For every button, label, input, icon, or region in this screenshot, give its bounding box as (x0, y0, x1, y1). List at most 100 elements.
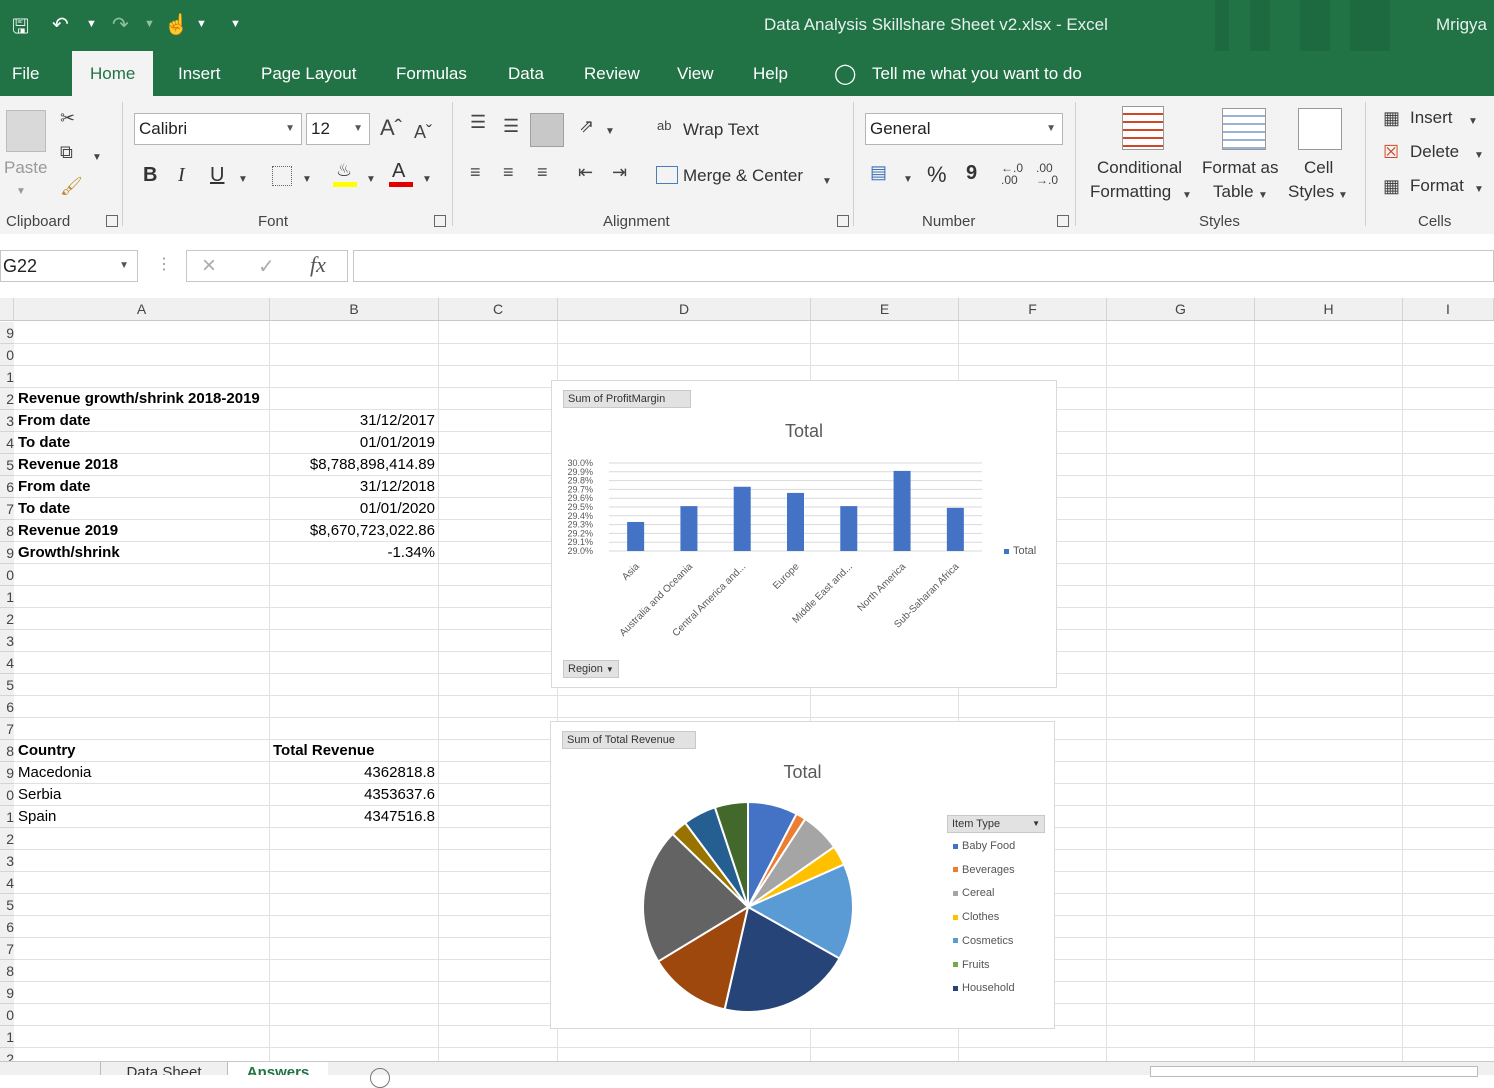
row-header[interactable]: 8 (0, 520, 14, 542)
row-header[interactable]: 9 (0, 762, 14, 784)
bottom-align-button[interactable] (530, 113, 564, 147)
underline-dropdown-icon[interactable]: ▼ (238, 170, 248, 190)
fill-dropdown-icon[interactable]: ▼ (366, 170, 376, 190)
conditional-formatting-icon[interactable] (1122, 106, 1164, 150)
chevron-down-icon[interactable]: ▼ (1474, 180, 1484, 200)
horizontal-scrollbar[interactable] (1150, 1066, 1478, 1077)
row-header[interactable]: 1 (0, 586, 14, 608)
format-as-table-line1[interactable]: Format as (1202, 158, 1279, 178)
row-header[interactable]: 6 (0, 476, 14, 498)
font-color-icon[interactable]: A (392, 160, 405, 183)
decrease-font-icon[interactable]: Aˇ (414, 122, 432, 142)
row-header[interactable]: 3 (0, 630, 14, 652)
enter-icon[interactable]: ✓ (258, 254, 275, 279)
cell-styles-line1[interactable]: Cell (1304, 158, 1333, 178)
chevron-down-icon[interactable]: ▼ (1468, 112, 1478, 132)
font-launcher-icon[interactable] (434, 215, 446, 227)
borders-dropdown-icon[interactable]: ▼ (302, 170, 312, 190)
percent-style-button[interactable]: % (927, 162, 947, 188)
align-left-icon[interactable]: ≡ (470, 162, 481, 182)
tab-view[interactable]: View (677, 64, 714, 84)
cell-a19[interactable]: Growth/shrink (18, 542, 120, 564)
row-header[interactable]: 7 (0, 938, 14, 960)
row-header[interactable]: 9 (0, 542, 14, 564)
row-header[interactable]: 6 (0, 696, 14, 718)
name-box[interactable]: G22 ▼ (0, 250, 138, 282)
paste-button[interactable]: Paste (4, 158, 47, 178)
format-as-table-line2[interactable]: Table (1213, 182, 1254, 202)
font-size-combo[interactable]: 12 ▼ (306, 113, 370, 145)
cell-b15[interactable]: $8,788,898,414.89 (270, 454, 435, 476)
orientation-dropdown-icon[interactable]: ▼ (605, 122, 615, 142)
user-name[interactable]: Mrigya (1436, 15, 1487, 35)
underline-button[interactable]: U (210, 164, 224, 187)
cell-a13[interactable]: From date (18, 410, 91, 432)
middle-align-icon[interactable]: ☰ (503, 116, 519, 136)
lightbulb-icon[interactable]: ◯ (834, 61, 856, 86)
row-header[interactable]: 2 (0, 388, 14, 410)
customize-qat-icon[interactable]: ▼ (230, 18, 241, 30)
sheet-tab-answers[interactable]: Answers (228, 1062, 328, 1075)
font-color-dropdown-icon[interactable]: ▼ (422, 170, 432, 190)
insert-function-icon[interactable]: fx (310, 252, 326, 278)
column-header-a[interactable]: A (14, 298, 270, 320)
row-header[interactable]: 0 (0, 784, 14, 806)
tab-file[interactable]: File (12, 64, 39, 84)
increase-font-icon[interactable]: Aˆ (380, 117, 402, 139)
borders-icon[interactable] (272, 166, 292, 186)
cell-b30[interactable]: 4353637.6 (270, 784, 435, 806)
cell-a17[interactable]: To date (18, 498, 70, 520)
row-header[interactable]: 5 (0, 674, 14, 696)
select-all-button[interactable] (0, 298, 14, 320)
alignment-launcher-icon[interactable] (837, 215, 849, 227)
insert-cells-button[interactable]: Insert (1410, 108, 1453, 128)
decrease-decimal-icon[interactable]: .00 →.0 (1036, 162, 1058, 186)
sheet-tab-data-sheet[interactable]: Data Sheet (100, 1062, 228, 1075)
tab-page-layout[interactable]: Page Layout (261, 64, 356, 84)
cell-a28[interactable]: Country (18, 740, 76, 762)
chevron-down-icon[interactable]: ▼ (1182, 186, 1192, 206)
italic-button[interactable]: I (178, 164, 185, 187)
cell-styles-icon[interactable] (1298, 108, 1342, 150)
paste-icon[interactable] (6, 110, 46, 152)
row-header[interactable]: 4 (0, 652, 14, 674)
cell-a15[interactable]: Revenue 2018 (18, 454, 118, 476)
cell-a12[interactable]: Revenue growth/shrink 2018-2019 (18, 388, 260, 410)
chevron-down-icon[interactable]: ▼ (1258, 186, 1268, 206)
align-center-icon[interactable]: ≡ (503, 162, 514, 182)
tab-review[interactable]: Review (584, 64, 640, 84)
cell-b13[interactable]: 31/12/2017 (270, 410, 435, 432)
wrap-text-button[interactable]: Wrap Text (683, 120, 759, 140)
insert-cells-icon[interactable]: ▦ (1383, 108, 1400, 128)
row-header[interactable]: 2 (0, 828, 14, 850)
row-header[interactable]: 1 (0, 1026, 14, 1048)
row-header[interactable]: 9 (0, 982, 14, 1004)
formula-bar-options-icon[interactable]: ⋮ (156, 254, 172, 274)
paste-dropdown-icon[interactable]: ▼ (16, 182, 26, 202)
top-align-icon[interactable]: ☰ (470, 112, 486, 132)
undo-dropdown-icon[interactable]: ▼ (86, 18, 97, 30)
cell-a16[interactable]: From date (18, 476, 91, 498)
cell-b19[interactable]: -1.34% (270, 542, 435, 564)
total-revenue-chart[interactable]: Sum of Total Revenue Total Item Type ▼ Ba… (550, 721, 1055, 1029)
row-header[interactable]: 2 (0, 608, 14, 630)
cell-a30[interactable]: Serbia (18, 784, 61, 806)
increase-indent-icon[interactable]: ⇥ (612, 162, 627, 182)
row-header[interactable]: 5 (0, 454, 14, 476)
copy-icon[interactable]: ⧉ (60, 142, 73, 162)
cancel-icon[interactable]: × (202, 252, 216, 280)
chevron-down-icon[interactable]: ▼ (1474, 146, 1484, 166)
row-header[interactable]: 0 (0, 564, 14, 586)
column-header-b[interactable]: B (270, 298, 439, 320)
bold-button[interactable]: B (143, 164, 157, 187)
cell-b14[interactable]: 01/01/2019 (270, 432, 435, 454)
number-launcher-icon[interactable] (1057, 215, 1069, 227)
row-header[interactable]: 0 (0, 344, 14, 366)
row-header[interactable]: 7 (0, 498, 14, 520)
tab-data[interactable]: Data (508, 64, 544, 84)
row-header[interactable]: 3 (0, 850, 14, 872)
column-header-g[interactable]: G (1107, 298, 1255, 320)
increase-decimal-icon[interactable]: ←.0.00 (1001, 162, 1023, 186)
column-header-c[interactable]: C (439, 298, 558, 320)
format-as-table-icon[interactable] (1222, 108, 1266, 150)
